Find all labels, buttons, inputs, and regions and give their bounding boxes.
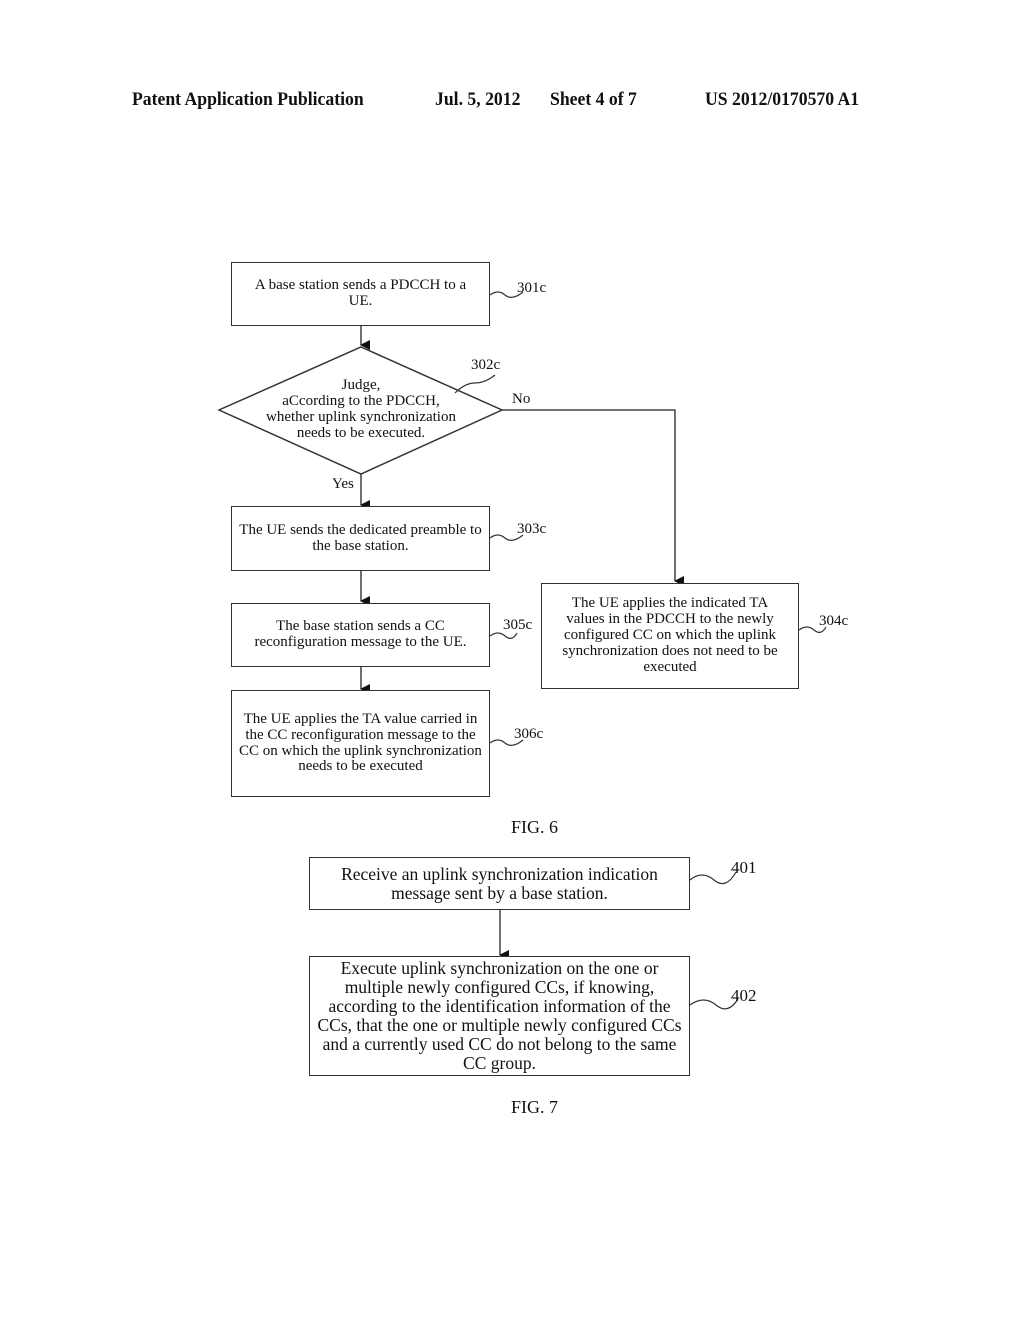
branch-no-label: No [512, 391, 531, 407]
step-305c-box: The base station sends a CC reconfigurat… [231, 603, 490, 667]
step-304c-text: The UE applies the indicated TA values i… [562, 595, 778, 675]
step-401-text: Receive an uplink synchronization indica… [341, 863, 658, 903]
step-306c-text: The UE applies the TA value carried in t… [239, 710, 482, 775]
ref-402: 402 [731, 986, 757, 1005]
step-301c-text: A base station sends a PDCCH to a UE. [254, 277, 467, 309]
branch-yes-label: Yes [332, 476, 354, 492]
ref-305c: 305c [503, 617, 533, 633]
ref-401: 401 [731, 858, 757, 877]
step-301c-box: A base station sends a PDCCH to a UE. [231, 262, 490, 326]
step-402-box: Execute uplink synchronization on the on… [309, 956, 690, 1076]
step-303c-text: The UE sends the dedicated preamble to t… [239, 521, 482, 554]
decision-line: aCcording to the PDCCH, [282, 392, 440, 409]
step-402-text: Execute uplink synchronization on the on… [317, 958, 682, 1073]
step-305c-text: The base station sends a CC reconfigurat… [254, 618, 467, 650]
step-306c-box: The UE applies the TA value carried in t… [231, 690, 490, 797]
ref-301c: 301c [517, 280, 547, 296]
figure-6-caption: FIG. 6 [511, 817, 559, 837]
step-304c-box: The UE applies the indicated TA values i… [541, 583, 799, 689]
ref-302c: 302c [471, 357, 501, 373]
decision-line: Judge, [341, 377, 381, 393]
ref-303c: 303c [517, 521, 547, 537]
arrow-302c-304c [502, 409, 684, 586]
step-401-box: Receive an uplink synchronization indica… [309, 857, 690, 910]
step-303c-box: The UE sends the dedicated preamble to t… [231, 506, 490, 571]
decision-line: needs to be executed. [296, 424, 426, 441]
leader-401 [689, 871, 737, 885]
figure-7-caption: FIG. 7 [511, 1097, 559, 1117]
ref-306c: 306c [514, 726, 544, 742]
decision-line: whether uplink synchronization [266, 408, 456, 425]
flowchart-connectors [217, 291, 827, 1010]
step-302c-text: Judge, aCcording to the PDCCH, whether u… [240, 377, 482, 442]
ref-304c: 304c [819, 613, 849, 629]
